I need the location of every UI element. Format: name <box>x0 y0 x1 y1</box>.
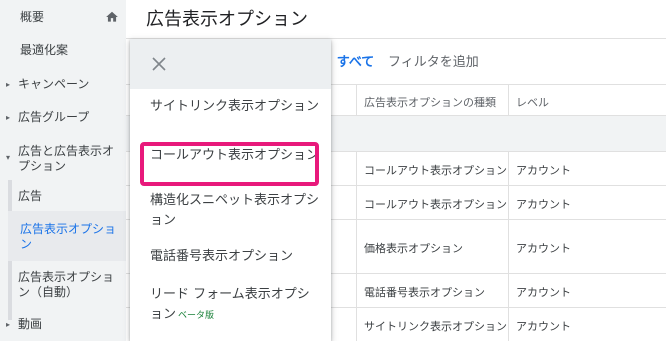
level-cell: アカウント <box>516 164 571 177</box>
column-header-type[interactable]: 広告表示オプションの種類 <box>364 94 496 110</box>
menu-item-sitelink[interactable]: サイトリンク表示オプション <box>150 97 320 117</box>
level-cell: アカウント <box>516 320 571 333</box>
column-header-level[interactable]: レベル <box>516 94 549 110</box>
sidebar-item-label: 概要 <box>20 10 45 24</box>
sidebar-item-label: キャンペーン <box>18 77 90 91</box>
menu-item-lead-form[interactable]: リード フォーム表示オプション ベータ版 <box>150 285 320 326</box>
menu-item-label: リード フォーム表示オプション <box>150 287 310 322</box>
column-divider <box>508 84 509 116</box>
extension-type-menu: サイトリンク表示オプション コールアウト表示オプション 構造化スニペット表示オプ… <box>130 39 331 341</box>
chevron-right-icon: ▸ <box>6 113 11 122</box>
home-icon[interactable] <box>105 10 119 24</box>
highlight-box <box>140 142 319 186</box>
sidebar-item-label: 広告グループ <box>18 110 90 124</box>
sidebar-item-label: 広告と広告表示オプション <box>18 144 115 173</box>
menu-item-call[interactable]: 電話番号表示オプション <box>150 247 320 267</box>
chevron-right-icon: ▸ <box>6 320 11 329</box>
menu-item-structured-snippet[interactable]: 構造化スニペット表示オプション <box>150 191 320 231</box>
beta-badge: ベータ版 <box>178 311 215 321</box>
sidebar: 概要 最適化案 ▸ キャンペーン ▸ 広告グループ ▾ 広告と広告表示オプション… <box>0 0 126 341</box>
add-filter-button[interactable]: フィルタを追加 <box>388 51 479 70</box>
type-cell: サイトリンク表示オプション <box>364 320 507 333</box>
column-divider <box>356 84 357 116</box>
close-icon[interactable] <box>152 57 166 71</box>
chevron-down-icon: ▾ <box>6 153 11 162</box>
sidebar-item-extensions[interactable]: 広告表示オプション <box>8 211 126 261</box>
chevron-right-icon: ▸ <box>6 80 11 89</box>
type-cell: 電話番号表示オプション <box>364 286 485 299</box>
type-cell: 価格表示オプション <box>364 242 463 255</box>
sidebar-item-label: 動画 <box>18 317 43 331</box>
sidebar-item-label: 広告表示オプション <box>20 222 117 251</box>
level-cell: アカウント <box>516 198 571 211</box>
menu-header <box>130 39 331 89</box>
level-cell: アカウント <box>516 242 571 255</box>
column-divider <box>356 152 357 341</box>
page-title: 広告表示オプション <box>146 9 308 30</box>
level-cell: アカウント <box>516 286 571 299</box>
type-cell: コールアウト表示オプション <box>364 164 507 177</box>
type-cell: コールアウト表示オプション <box>364 198 507 211</box>
column-divider <box>508 152 509 341</box>
sidebar-item-label: 広告 <box>18 189 43 203</box>
sidebar-item-label: 広告表示オプション（自動） <box>18 270 115 299</box>
sidebar-item-label: 最適化案 <box>20 43 69 57</box>
